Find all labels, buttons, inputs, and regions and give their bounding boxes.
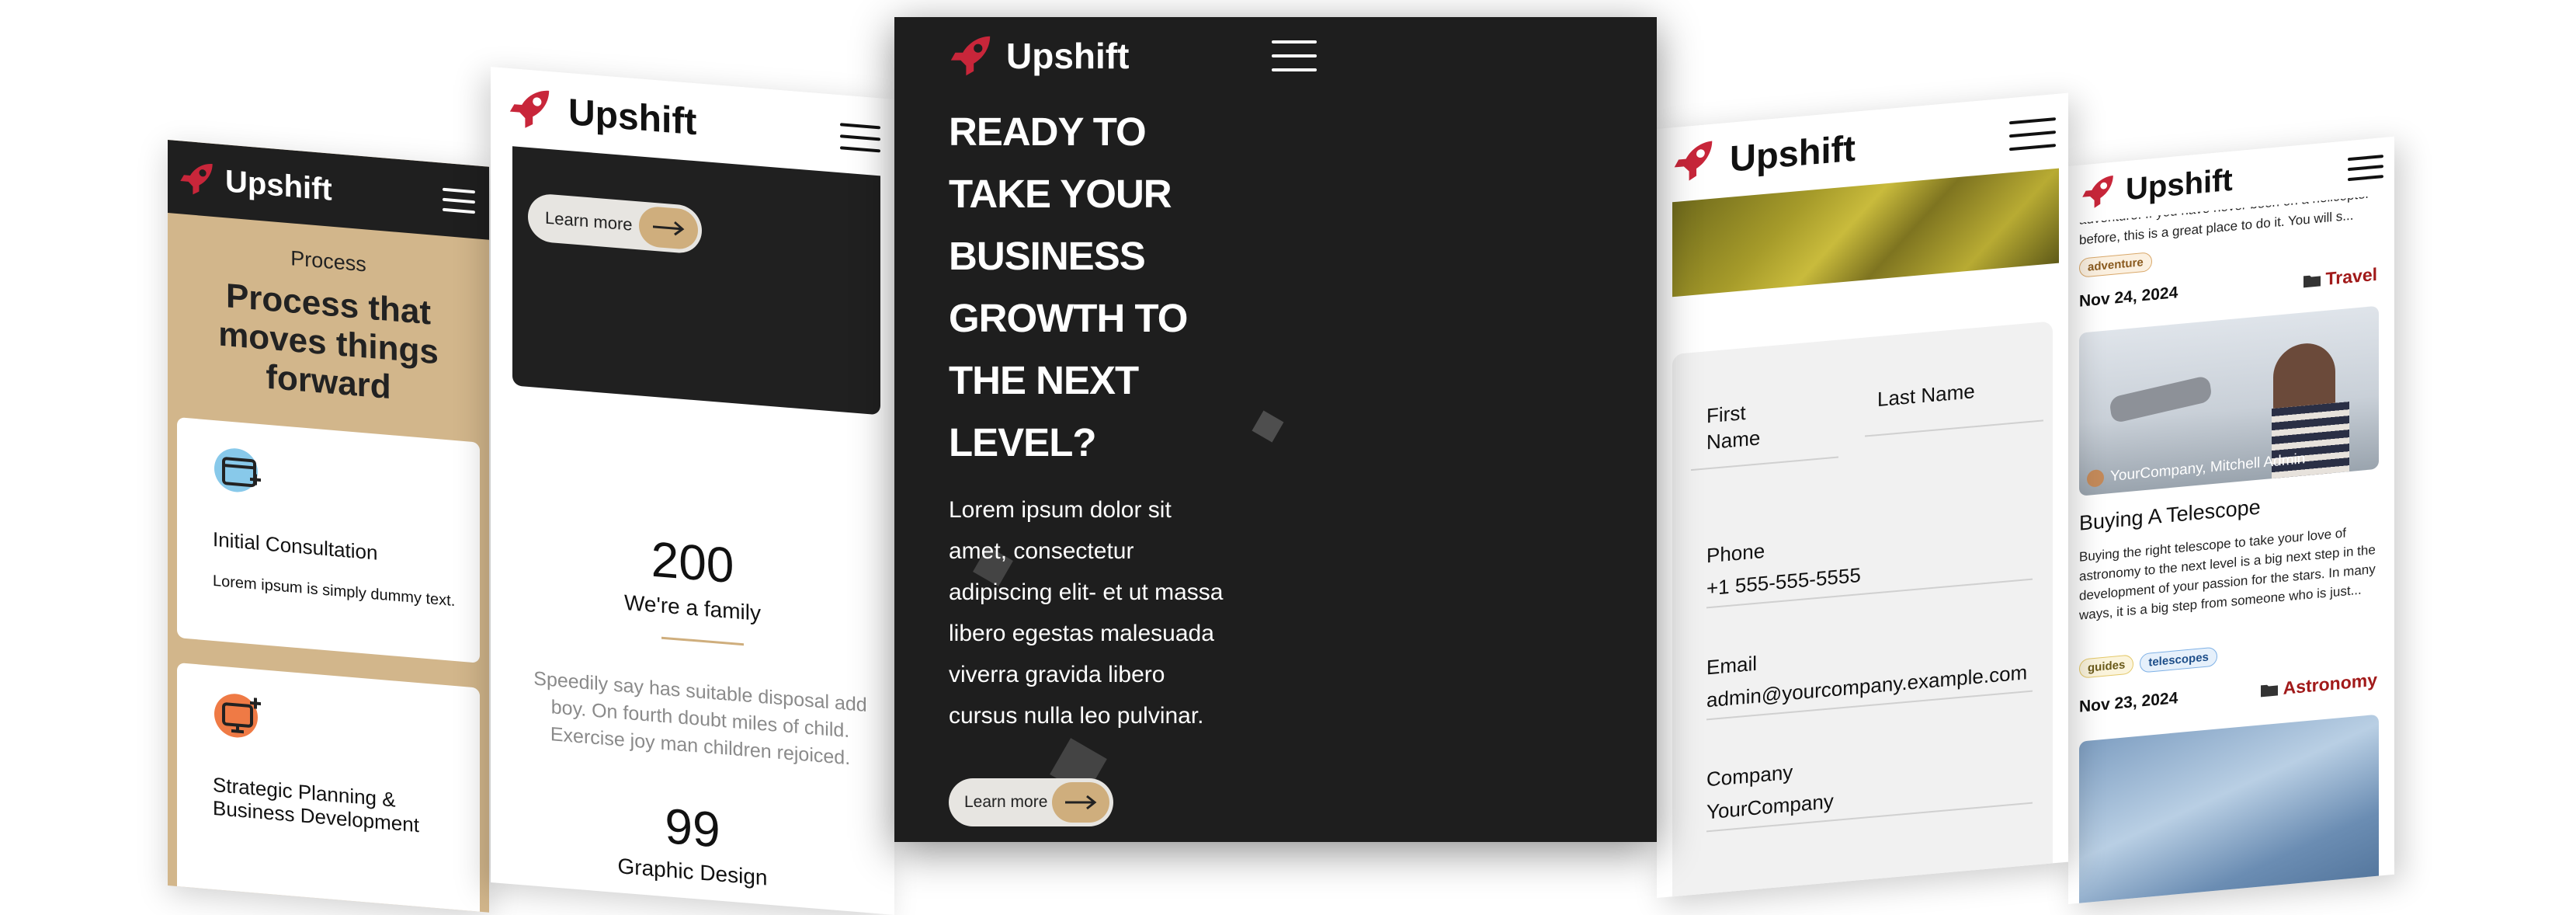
arrow-right-icon bbox=[653, 221, 685, 236]
screen-hero: Upshift READY TO TAKE YOUR BUSINESS GROW… bbox=[894, 17, 1657, 842]
screen-stats: Upshift Learn more 200 We're a family Sp… bbox=[491, 67, 894, 915]
form-panel: First Name Last Name Phone +1 555-555-55… bbox=[1672, 321, 2053, 899]
post-category[interactable]: Travel bbox=[2303, 263, 2378, 292]
showcase-canvas: Upshift Process Process that moves thing… bbox=[0, 0, 2576, 915]
menu-icon[interactable] bbox=[840, 123, 880, 153]
folder-icon bbox=[2260, 684, 2278, 697]
menu-icon[interactable] bbox=[2009, 117, 2056, 151]
rocket-logo-icon bbox=[2082, 175, 2113, 208]
screen-blog: adventure. If you have never been on a h… bbox=[2068, 136, 2394, 905]
screen-contact: Upshift First Name Last Name Phone +1 55… bbox=[1657, 92, 2068, 899]
tag-telescopes[interactable]: telescopes bbox=[2140, 646, 2217, 673]
category-label: Travel bbox=[2325, 263, 2378, 289]
last-name-label: Last Name bbox=[1877, 379, 1975, 412]
process-card: Initial Consultation Lorem ipsum is simp… bbox=[177, 417, 480, 663]
screen-process: Upshift Process Process that moves thing… bbox=[168, 140, 489, 913]
navbar: Upshift bbox=[894, 17, 1657, 95]
hero-text: Lorem ipsum dolor sit amet, consectetur … bbox=[949, 497, 1224, 729]
post-image[interactable] bbox=[2079, 714, 2379, 905]
brand-name[interactable]: Upshift bbox=[2126, 162, 2233, 207]
card-title: Initial Consultation bbox=[213, 527, 378, 565]
first-name-label: First Name bbox=[1706, 400, 1761, 454]
browser-add-icon bbox=[214, 448, 261, 492]
dark-banner: Learn more bbox=[512, 146, 880, 416]
folder-icon bbox=[2303, 275, 2321, 287]
last-name-field[interactable] bbox=[1865, 419, 2043, 437]
menu-icon[interactable] bbox=[1272, 40, 1317, 71]
email-label: Email bbox=[1706, 651, 1758, 680]
stat-paragraph: Speedily say has suitable disposal add b… bbox=[533, 667, 867, 770]
rocket-logo-icon bbox=[1674, 141, 1713, 181]
first-name-field[interactable] bbox=[1691, 456, 1838, 471]
brand-name[interactable]: Upshift bbox=[1006, 35, 1129, 77]
rocket-logo-icon bbox=[180, 164, 213, 195]
brand-name[interactable]: Upshift bbox=[568, 91, 696, 144]
card-text: Lorem ipsum is simply dummy text. bbox=[213, 572, 456, 611]
post-excerpt: Buying the right telescope to take your … bbox=[2079, 525, 2376, 623]
arrow-right-icon bbox=[1065, 795, 1097, 810]
brand-name[interactable]: Upshift bbox=[1730, 126, 1856, 179]
author-name: YourCompany, Mitchell Admin bbox=[2110, 451, 2306, 485]
decor-square bbox=[1252, 410, 1284, 443]
tag-guides[interactable]: guides bbox=[2079, 654, 2134, 679]
learn-more-label: Learn more bbox=[964, 793, 1048, 811]
avatar bbox=[2087, 468, 2104, 488]
menu-icon[interactable] bbox=[2348, 155, 2383, 182]
divider bbox=[661, 636, 744, 646]
category-label: Astronomy bbox=[2283, 669, 2377, 698]
menu-icon[interactable] bbox=[443, 187, 475, 214]
navbar: Upshift bbox=[168, 140, 489, 240]
rocket-logo-icon bbox=[950, 36, 991, 76]
post-title[interactable]: Buying A Telescope bbox=[2079, 495, 2261, 535]
rocket-logo-icon bbox=[509, 90, 550, 128]
post-image[interactable]: YourCompany, Mitchell Admin bbox=[2079, 305, 2379, 496]
process-card: Strategic Planning & Business Developmen… bbox=[177, 663, 480, 913]
post-tags: guides telescopes bbox=[2079, 646, 2217, 679]
monitor-add-icon bbox=[214, 694, 261, 738]
card-title: Strategic Planning & Business Developmen… bbox=[213, 772, 419, 837]
learn-more-button[interactable]: Learn more bbox=[528, 192, 702, 255]
section-heading: Process that moves things forward bbox=[218, 277, 439, 407]
post-author: YourCompany, Mitchell Admin bbox=[2087, 451, 2305, 488]
learn-more-button[interactable]: Learn more bbox=[949, 778, 1113, 826]
tag-adventure[interactable]: adventure bbox=[2079, 252, 2152, 278]
brand-name[interactable]: Upshift bbox=[225, 164, 332, 208]
post-date: Nov 23, 2024 bbox=[2079, 689, 2178, 716]
post-date: Nov 24, 2024 bbox=[2079, 284, 2178, 311]
company-label: Company bbox=[1706, 760, 1793, 791]
learn-more-label: Learn more bbox=[545, 207, 633, 235]
phone-label: Phone bbox=[1706, 538, 1765, 568]
post-category[interactable]: Astronomy bbox=[2260, 670, 2377, 701]
hero-title: READY TO TAKE YOUR BUSINESS GROWTH TO TH… bbox=[949, 110, 1188, 464]
